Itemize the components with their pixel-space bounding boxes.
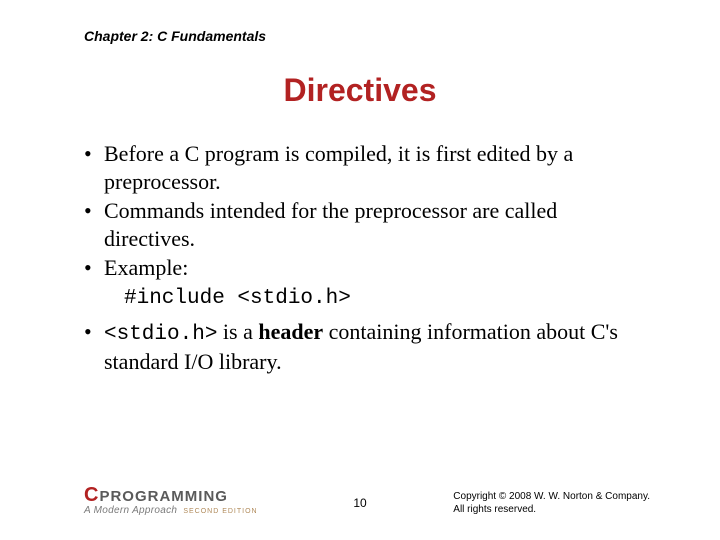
bullet-text: Example: — [104, 255, 188, 280]
bold-term: header — [258, 319, 323, 344]
code-example: #include <stdio.h> — [124, 286, 650, 312]
copyright-notice: Copyright © 2008 W. W. Norton & Company.… — [453, 490, 650, 516]
bullet-text: is a — [217, 319, 258, 344]
bullet-item: Example: #include <stdio.h> — [84, 254, 650, 312]
slide-footer: CPROGRAMMING A Modern ApproachSECOND EDI… — [0, 476, 720, 516]
page-title: Directives — [0, 72, 720, 109]
bullet-item: <stdio.h> is a header containing informa… — [84, 318, 650, 376]
bullet-item: Commands intended for the preprocessor a… — [84, 197, 650, 252]
content-area: Before a C program is compiled, it is fi… — [84, 140, 650, 378]
chapter-header: Chapter 2: C Fundamentals — [84, 28, 266, 44]
inline-code: <stdio.h> — [104, 323, 217, 346]
copyright-line: All rights reserved. — [453, 503, 650, 516]
copyright-line: Copyright © 2008 W. W. Norton & Company. — [453, 490, 650, 503]
bullet-item: Before a C program is compiled, it is fi… — [84, 140, 650, 195]
bullet-list: Before a C program is compiled, it is fi… — [84, 140, 650, 376]
